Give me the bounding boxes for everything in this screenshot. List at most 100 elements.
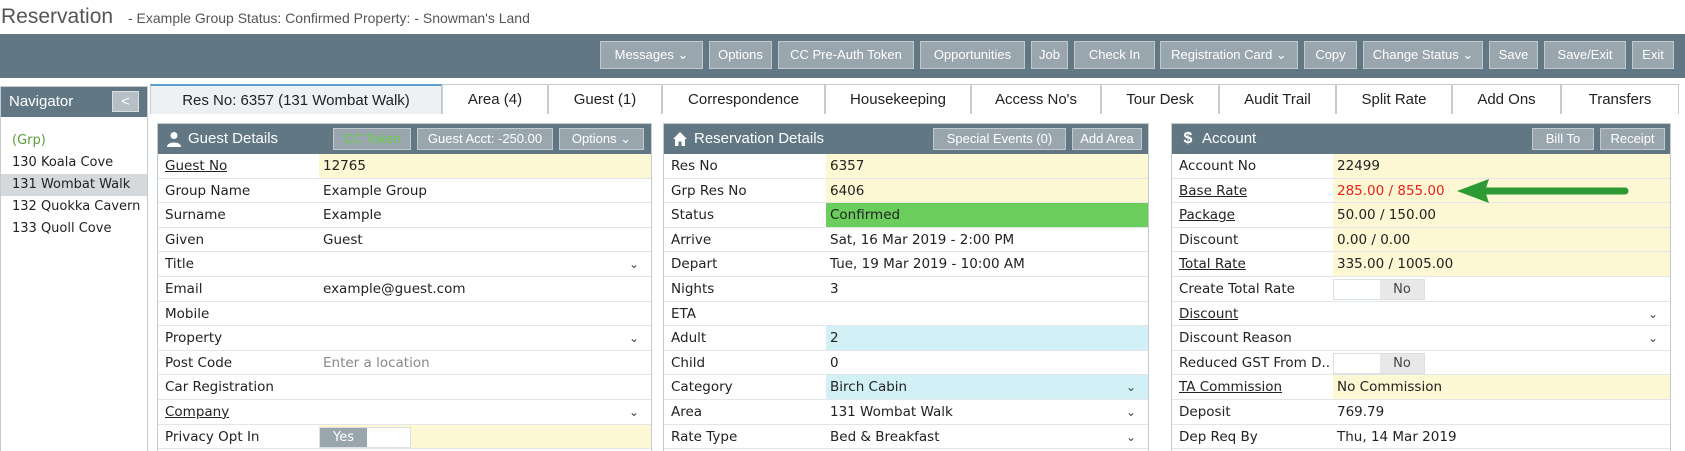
tab-tour-desk[interactable]: Tour Desk <box>1101 84 1219 114</box>
field-value[interactable]: Example <box>319 203 651 227</box>
chevron-down-icon[interactable]: ⌄ <box>1648 326 1658 350</box>
field-dep-req-by: Dep Req By Thu, 14 Mar 2019 <box>1172 425 1670 450</box>
area-select[interactable]: 131 Wombat Walk <box>826 400 1148 424</box>
save-button[interactable]: Save <box>1489 41 1538 69</box>
messages-button[interactable]: Messages ⌄ <box>600 41 703 69</box>
opportunities-button[interactable]: Opportunities <box>920 41 1025 69</box>
collapse-icon[interactable]: < <box>112 91 139 112</box>
change-status-button[interactable]: Change Status ⌄ <box>1363 41 1483 69</box>
post-code-input[interactable]: Enter a location <box>319 351 651 375</box>
job-button[interactable]: Job <box>1031 41 1068 69</box>
add-area-button[interactable]: Add Area <box>1072 128 1142 150</box>
dep-req-by-value[interactable]: Thu, 14 Mar 2019 <box>1333 425 1670 449</box>
field-value[interactable]: Guest <box>319 228 651 252</box>
field-privacy-opt-in: Privacy Opt In Yes <box>158 424 651 450</box>
field-value[interactable]: Example Group <box>319 179 651 203</box>
navigator-item-132[interactable]: 132 Quokka Cavern <box>1 196 147 218</box>
tab-split-rate[interactable]: Split Rate <box>1336 84 1452 114</box>
chevron-down-icon[interactable]: ⌄ <box>1648 302 1658 326</box>
create-total-rate-toggle[interactable]: No <box>1333 278 1425 300</box>
save-exit-button[interactable]: Save/Exit <box>1544 41 1626 69</box>
check-in-button[interactable]: Check In <box>1074 41 1155 69</box>
navigator-item-133[interactable]: 133 Quoll Cove <box>1 218 147 240</box>
chevron-down-icon[interactable]: ⌄ <box>629 400 639 424</box>
field-label[interactable]: Discount <box>1179 302 1238 326</box>
field-area: Area 131 Wombat Walk ⌄ <box>664 400 1148 425</box>
reduced-gst-toggle[interactable]: No <box>1333 352 1425 374</box>
deposit-value[interactable]: 769.79 <box>1333 400 1670 424</box>
ta-commission-value[interactable]: No Commission <box>1333 375 1670 399</box>
field-value[interactable]: 12765 <box>319 154 651 178</box>
status-badge[interactable]: Confirmed <box>826 203 1148 227</box>
tab-guest[interactable]: Guest (1) <box>548 84 662 114</box>
category-select[interactable]: Birch Cabin <box>826 375 1148 399</box>
tab-audit-trail[interactable]: Audit Trail <box>1219 84 1336 114</box>
field-label: Adult <box>671 330 707 347</box>
navigator-title: Navigator <box>9 93 74 110</box>
title-bar: Reservation - Example Group Status: Conf… <box>0 0 1685 34</box>
tab-access-nos[interactable]: Access No's <box>971 84 1101 114</box>
field-label[interactable]: Total Rate <box>1179 252 1246 276</box>
bill-to-button[interactable]: Bill To <box>1532 128 1594 150</box>
title-select[interactable] <box>319 252 651 276</box>
receipt-button[interactable]: Receipt <box>1600 128 1665 150</box>
guest-acct-button[interactable]: Guest Acct: -250.00 <box>417 128 553 150</box>
toggle-yes[interactable]: Yes <box>320 427 367 447</box>
nights-field[interactable]: 3 <box>826 277 1148 301</box>
field-label[interactable]: TA Commission <box>1179 375 1282 399</box>
guest-options-button[interactable]: Options ⌄ <box>559 128 644 150</box>
cc-token-button[interactable]: CC Token <box>333 128 411 150</box>
car-registration-field[interactable] <box>319 375 651 399</box>
rate-type-select[interactable]: Bed & Breakfast <box>826 425 1148 449</box>
chevron-down-icon[interactable]: ⌄ <box>1126 375 1136 399</box>
property-select[interactable] <box>319 326 651 350</box>
field-deposit: Deposit 769.79 <box>1172 400 1670 425</box>
tab-res-no[interactable]: Res No: 6357 (131 Wombat Walk) <box>150 84 442 114</box>
options-button[interactable]: Options <box>709 41 772 69</box>
special-events-button[interactable]: Special Events (0) <box>933 128 1066 150</box>
field-mobile: Mobile <box>158 302 651 327</box>
field-label[interactable]: Guest No <box>165 154 227 178</box>
child-field[interactable]: 0 <box>826 351 1148 375</box>
guest-details-header: Guest Details CC Token Guest Acct: -250.… <box>158 124 651 154</box>
chevron-down-icon[interactable]: ⌄ <box>629 326 639 350</box>
copy-button[interactable]: Copy <box>1304 41 1357 69</box>
tab-area[interactable]: Area (4) <box>442 84 548 114</box>
tab-transfers[interactable]: Transfers <box>1561 84 1679 114</box>
field-label[interactable]: Company <box>165 400 229 424</box>
depart-field[interactable]: Tue, 19 Mar 2019 - 10:00 AM <box>826 252 1148 276</box>
field-label: Grp Res No <box>671 182 747 199</box>
navigator-item-group[interactable]: (Grp) <box>1 130 147 152</box>
total-rate-value[interactable]: 335.00 / 1005.00 <box>1333 252 1670 276</box>
guest-details-title: Guest Details <box>188 130 279 147</box>
tab-correspondence[interactable]: Correspondence <box>662 84 825 114</box>
discount-select[interactable] <box>1333 302 1670 326</box>
field-ta-commission: TA Commission No Commission <box>1172 375 1670 400</box>
field-rate-type: Rate Type Bed & Breakfast ⌄ <box>664 425 1148 450</box>
chevron-down-icon[interactable]: ⌄ <box>1126 400 1136 424</box>
company-select[interactable] <box>319 400 651 424</box>
eta-field[interactable] <box>826 302 1148 326</box>
mobile-field[interactable] <box>319 302 651 326</box>
toggle-no[interactable]: No <box>1380 353 1424 373</box>
field-label[interactable]: Package <box>1179 203 1235 227</box>
field-label: Dep Req By <box>1179 428 1258 445</box>
navigator-item-131[interactable]: 131 Wombat Walk <box>1 174 147 196</box>
exit-button[interactable]: Exit <box>1632 41 1674 69</box>
registration-card-button[interactable]: Registration Card ⌄ <box>1160 41 1298 69</box>
chevron-down-icon[interactable]: ⌄ <box>629 252 639 276</box>
privacy-toggle[interactable]: Yes <box>319 426 411 448</box>
navigator-item-130[interactable]: 130 Koala Cove <box>1 152 147 174</box>
adult-field[interactable]: 2 <box>826 326 1148 350</box>
discount-reason-select[interactable] <box>1333 326 1670 350</box>
email-field[interactable]: example@guest.com <box>319 277 651 301</box>
cc-pre-auth-token-button[interactable]: CC Pre-Auth Token <box>778 41 914 69</box>
tab-add-ons[interactable]: Add Ons <box>1452 84 1561 114</box>
tab-housekeeping[interactable]: Housekeeping <box>825 84 971 114</box>
field-discount-amount: Discount 0.00 / 0.00 <box>1172 227 1670 253</box>
field-label[interactable]: Base Rate <box>1179 179 1247 203</box>
toggle-no[interactable]: No <box>1380 279 1424 299</box>
arrive-field[interactable]: Sat, 16 Mar 2019 - 2:00 PM <box>826 228 1148 252</box>
field-label: Depart <box>671 256 718 273</box>
chevron-down-icon[interactable]: ⌄ <box>1126 425 1136 449</box>
